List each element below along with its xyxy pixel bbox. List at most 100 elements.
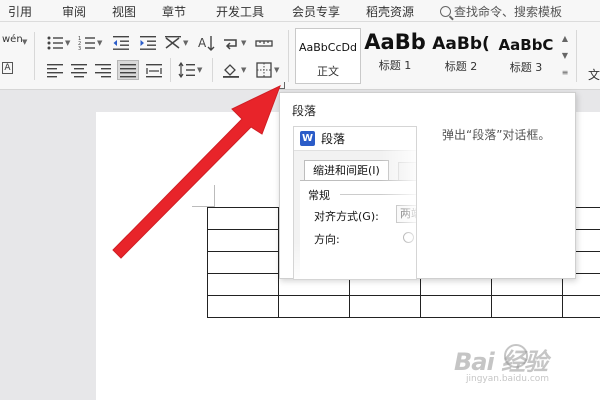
truncated-ribbon-button[interactable]: 文 <box>588 66 600 83</box>
style-sample: AaBbC <box>498 36 554 54</box>
preview-dialog-body: 常规 对齐方式(G): 两端 方向: <box>300 180 416 279</box>
table-cell[interactable] <box>491 295 563 318</box>
tab-developer-tools[interactable]: 开发工具 <box>216 3 264 20</box>
table-cell[interactable] <box>562 295 600 318</box>
watermark-url: jingyan.baidu.com <box>466 374 550 384</box>
align-left-icon <box>47 64 63 78</box>
justify-button[interactable] <box>117 60 139 80</box>
style-gallery-scroll[interactable]: ▲ ▼ ≡ <box>560 30 570 82</box>
watermark-logo: Bai 经验 <box>454 348 548 376</box>
table-cell[interactable] <box>349 295 421 318</box>
numbered-list-icon: 123 <box>78 36 95 51</box>
chevron-up-icon[interactable]: ▲ <box>560 30 570 47</box>
style-sample: AaBb( <box>432 34 490 54</box>
border-grid-icon <box>256 62 272 78</box>
command-search[interactable]: 查找命令、搜索模板 <box>440 3 562 20</box>
bullet-list-button[interactable] <box>46 35 64 51</box>
decrease-indent-button[interactable] <box>112 35 130 51</box>
table-cell[interactable] <box>278 295 350 318</box>
paw-icon <box>504 344 528 368</box>
sort-button[interactable]: A <box>198 35 216 51</box>
bullet-list-icon <box>47 36 63 50</box>
style-normal[interactable]: AaBbCcDd 正文 <box>295 28 361 84</box>
style-heading-1[interactable]: AaBb 标题 1 <box>363 28 427 84</box>
style-sample: AaBb <box>364 30 426 54</box>
increase-indent-button[interactable] <box>139 35 157 51</box>
margin-corner-mark <box>214 185 215 207</box>
preview-alignment-select: 两端 <box>396 205 416 223</box>
align-center-icon <box>71 64 87 78</box>
ruler-icon <box>255 40 273 47</box>
align-right-icon <box>95 64 111 78</box>
tab-view[interactable]: 视图 <box>112 3 136 20</box>
expand-gallery-icon[interactable]: ≡ <box>560 64 570 81</box>
tab-references[interactable]: 引用 <box>8 3 32 20</box>
chevron-down-icon[interactable]: ▼ <box>560 47 570 64</box>
table-cell[interactable] <box>207 207 279 230</box>
show-hide-marks-button[interactable] <box>222 35 240 51</box>
paragraph-dialog-preview: W 段落 缩进和间距(I) 常规 对齐方式(G): 两端 方向: <box>293 126 417 280</box>
paint-bucket-icon <box>223 64 239 78</box>
ribbon-toolbar: wén ▼ A ▼ 123 ▼ ▼ A ▼ ▼ ▼ ▼ AaBbCcDd 正文 … <box>0 22 600 90</box>
tab-leader-button[interactable] <box>255 35 273 51</box>
table-row <box>207 295 600 318</box>
line-spacing-icon <box>178 62 195 78</box>
preview-alignment-label: 对齐方式(G): <box>314 210 379 223</box>
align-justify-icon <box>120 64 136 78</box>
line-spacing-button[interactable] <box>178 62 196 78</box>
distributed-align-icon <box>146 64 162 78</box>
increase-indent-icon <box>140 36 156 50</box>
tab-docer-resources[interactable]: 稻壳资源 <box>366 3 414 20</box>
paragraph-mark-icon <box>224 39 237 50</box>
sort-icon: A <box>198 36 215 51</box>
preview-group-divider <box>340 194 416 195</box>
search-icon <box>440 6 451 17</box>
baidu-jingyan-watermark: Bai 经验 jingyan.baidu.com <box>440 338 600 400</box>
table-cell[interactable] <box>207 229 279 252</box>
table-cell[interactable] <box>420 295 492 318</box>
preview-tab-other <box>398 162 416 180</box>
ribbon-divider <box>576 30 577 82</box>
chevron-down-icon: ▼ <box>97 39 103 47</box>
chevron-down-icon: ▼ <box>183 39 189 47</box>
tab-review[interactable]: 审阅 <box>62 3 86 20</box>
ribbon-divider <box>170 58 171 82</box>
chevron-down-icon: ▼ <box>241 66 247 74</box>
chevron-down-icon: ▼ <box>274 66 280 74</box>
table-cell[interactable] <box>207 295 279 318</box>
style-heading-2[interactable]: AaBb( 标题 2 <box>429 28 493 84</box>
shading-button[interactable] <box>222 62 240 78</box>
svg-text:3: 3 <box>78 46 81 51</box>
numbered-list-button[interactable]: 123 <box>78 35 96 51</box>
paragraph-dialog-launcher[interactable] <box>278 82 285 89</box>
tab-chapter[interactable]: 章节 <box>162 3 186 20</box>
chinese-layout-button[interactable] <box>164 35 182 51</box>
align-right-button[interactable] <box>94 62 112 78</box>
table-cell[interactable] <box>207 273 279 296</box>
char-border-button[interactable]: A <box>2 62 13 74</box>
chevron-down-icon: ▼ <box>241 39 247 47</box>
table-cell[interactable] <box>207 251 279 274</box>
tab-member-exclusive[interactable]: 会员专享 <box>292 3 340 20</box>
align-left-button[interactable] <box>46 62 64 78</box>
style-heading-3[interactable]: AaBbC 标题 3 <box>495 28 557 84</box>
preview-dialog-title: 段落 <box>321 132 346 146</box>
borders-button[interactable] <box>255 62 273 78</box>
tooltip-title: 段落 <box>292 104 317 118</box>
ribbon-divider <box>288 30 289 82</box>
distributed-align-button[interactable] <box>145 62 163 78</box>
phonetic-guide-button[interactable]: wén <box>2 34 23 45</box>
style-name: 标题 2 <box>444 60 478 73</box>
style-sample: AaBbCcDd <box>299 41 357 54</box>
chevron-down-icon: ▼ <box>65 39 71 47</box>
chevron-down-icon: ▼ <box>197 66 203 74</box>
ribbon-divider <box>212 58 213 82</box>
paragraph-tooltip: 段落 弹出“段落”对话框。 W 段落 缩进和间距(I) 常规 对齐方式(G): … <box>279 92 576 280</box>
chinese-layout-icon <box>165 36 181 49</box>
wps-writer-icon: W <box>300 131 315 146</box>
align-center-button[interactable] <box>70 62 88 78</box>
ribbon-divider <box>34 32 35 80</box>
style-gallery: AaBbCcDd 正文 AaBb 标题 1 AaBb( 标题 2 AaBbC 标… <box>295 28 557 84</box>
menu-bar: 引用 审阅 视图 章节 开发工具 会员专享 稻壳资源 查找命令、搜索模板 <box>0 0 600 22</box>
chevron-down-icon: ▼ <box>22 38 28 46</box>
